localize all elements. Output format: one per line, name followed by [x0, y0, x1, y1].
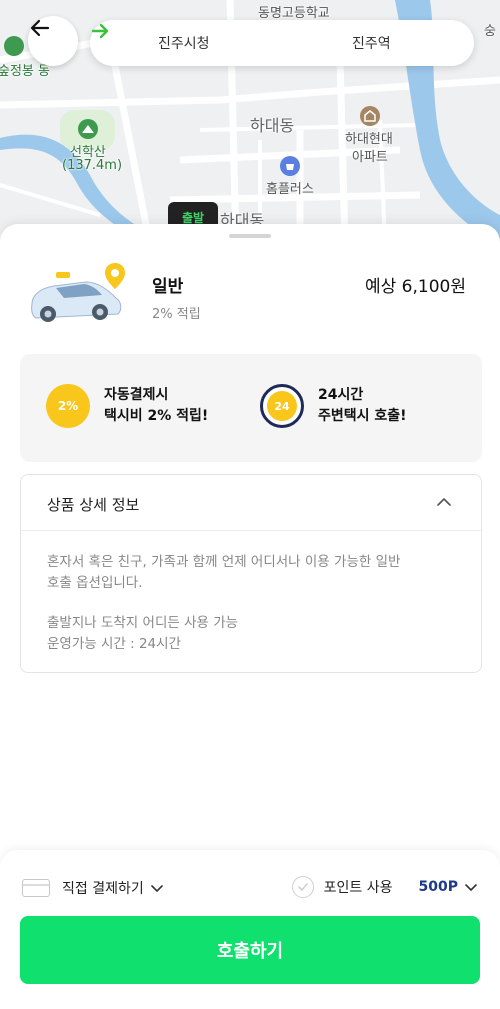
percent-badge-icon: 2%	[46, 384, 90, 428]
mountain-poi-icon	[78, 119, 98, 139]
promo-24h: 24 24시간 주변택시 호출!	[260, 384, 407, 428]
product-detail-header[interactable]: 상품 상세 정보	[21, 475, 481, 531]
check-icon[interactable]	[291, 876, 314, 898]
promo-24h-line2: 주변택시 호출!	[318, 408, 407, 424]
payment-method-selector[interactable]: 직접 결제하기	[22, 878, 164, 898]
payment-method-label: 직접 결제하기	[62, 881, 144, 897]
map-view[interactable]: 동명고등학교 숲정봉 동 하대동 하대현대 아파트 선학산 (137.4m) 홈…	[0, 0, 500, 245]
drag-handle[interactable]	[229, 234, 271, 238]
route-summary[interactable]: 진주시청 진주역	[90, 20, 474, 66]
map-label-apartment-1: 하대현대	[345, 132, 393, 147]
mountain-poi-icon	[4, 36, 24, 56]
promo-banner: 2% 자동결제시 택시비 2% 적립! 24 24시간 주변택시 호출!	[20, 354, 482, 462]
map-label-apartment-2: 아파트	[352, 150, 388, 165]
card-icon	[22, 879, 50, 897]
product-reward: 2% 적립	[152, 307, 201, 322]
promo-auto-pay-line2: 택시비 2% 적립!	[104, 408, 209, 424]
promo-auto-pay-line1: 자동결제시	[104, 387, 169, 403]
apartment-poi-icon	[360, 106, 380, 126]
arrow-right-icon	[91, 23, 109, 39]
route-origin: 진주시청	[158, 36, 210, 52]
map-label-school: 동명고등학교	[258, 6, 330, 21]
arrow-left-icon	[30, 19, 50, 37]
point-use-toggle[interactable]: 포인트 사용 500P	[291, 876, 478, 898]
call-taxi-button[interactable]: 호출하기	[20, 916, 480, 984]
call-footer: 직접 결제하기 포인트 사용 500P 호출하기	[0, 850, 500, 1009]
product-detail-panel: 상품 상세 정보 혼자서 혹은 친구, 가족과 함께 언제 어디서나 이용 가능…	[20, 474, 482, 673]
product-name: 일반	[152, 277, 184, 297]
product-description-line1: 혼자서 혹은 친구, 가족과 함께 언제 어디서나 이용 가능한 일반	[47, 554, 401, 570]
clock-24-icon: 24	[260, 384, 304, 428]
route-destination: 진주역	[352, 36, 391, 52]
back-button[interactable]	[28, 16, 78, 66]
chevron-down-icon	[150, 885, 163, 892]
store-poi-icon	[280, 156, 300, 176]
estimated-fare: 예상 6,100원	[365, 277, 466, 297]
product-usage-info: 출발지나 도착지 어디든 사용 가능	[47, 615, 239, 631]
product-operating-hours: 운영가능 시간 : 24시간	[47, 636, 181, 652]
clock-24-badge: 24	[267, 391, 297, 421]
promo-auto-pay: 2% 자동결제시 택시비 2% 적립!	[46, 384, 208, 428]
map-label-mountain-height: (137.4m)	[62, 158, 123, 173]
chevron-up-icon[interactable]	[435, 493, 453, 511]
map-label-store: 홈플러스	[266, 182, 314, 197]
product-description-line2: 호출 옵션입니다.	[47, 575, 143, 591]
point-use-label: 포인트 사용	[323, 880, 393, 896]
promo-24h-line1: 24시간	[318, 387, 364, 403]
map-label-corner: 숭	[484, 24, 496, 39]
point-amount-selector[interactable]: 500P	[419, 879, 458, 895]
chevron-down-icon[interactable]	[464, 880, 478, 894]
map-label-district: 하대동	[250, 116, 295, 135]
location-pin-icon	[105, 263, 125, 289]
product-detail-title: 상품 상세 정보	[47, 496, 140, 514]
